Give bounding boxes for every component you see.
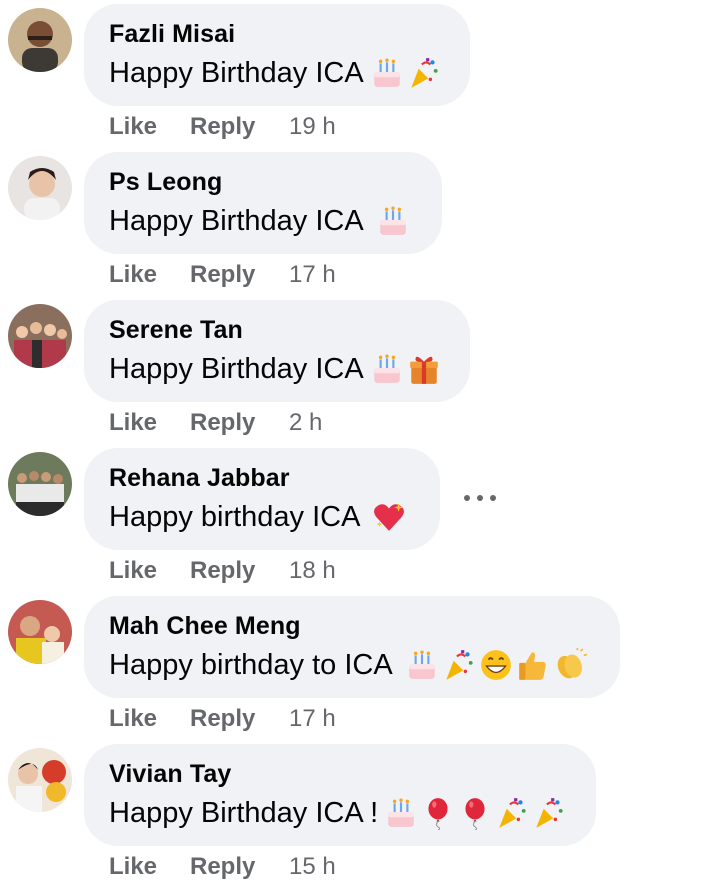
comment-bubble: Ps Leong Happy Birthday ICA <box>84 152 442 254</box>
comment-author[interactable]: Vivian Tay <box>109 760 231 789</box>
comment: Fazli Misai Happy Birthday ICA Like Repl… <box>0 2 702 150</box>
reply-button[interactable]: Reply <box>190 409 289 437</box>
comment-body: Happy Birthday ICA <box>109 56 441 90</box>
like-button[interactable]: Like <box>109 409 190 437</box>
party-popper-icon <box>495 796 529 830</box>
reply-button[interactable]: Reply <box>190 705 289 733</box>
avatar[interactable] <box>8 748 72 812</box>
comment-bubble: Rehana Jabbar Happy birthday ICA <box>84 448 440 550</box>
comment-author[interactable]: Fazli Misai <box>109 20 235 49</box>
grinning-face-icon <box>479 648 513 682</box>
reply-button[interactable]: Reply <box>190 113 289 141</box>
comment-text: Happy Birthday ICA <box>109 352 364 385</box>
comment-timestamp[interactable]: 17 h <box>289 261 336 289</box>
birthday-cake-icon <box>370 352 404 386</box>
comment-body: Happy Birthday ICA ! <box>109 796 566 830</box>
comment-text: Happy Birthday ICA ! <box>109 796 379 829</box>
like-button[interactable]: Like <box>109 705 190 733</box>
comment-author[interactable]: Ps Leong <box>109 168 222 197</box>
comment-bubble: Serene Tan Happy Birthday ICA <box>84 300 470 402</box>
comment-bubble: Fazli Misai Happy Birthday ICA <box>84 4 470 106</box>
comment-text: Happy Birthday ICA <box>109 56 364 89</box>
avatar[interactable] <box>8 8 72 72</box>
wrapped-gift-icon <box>407 352 441 386</box>
avatar[interactable] <box>8 452 72 516</box>
comment-author[interactable]: Mah Chee Meng <box>109 612 301 641</box>
avatar[interactable] <box>8 156 72 220</box>
comment-actions: Like Reply 17 h <box>109 702 336 736</box>
like-button[interactable]: Like <box>109 853 190 881</box>
comment-actions: Like Reply 19 h <box>109 110 336 144</box>
party-popper-icon <box>407 56 441 90</box>
comment-body: Happy Birthday ICA <box>109 204 410 238</box>
clapping-hands-icon <box>553 648 587 682</box>
reply-button[interactable]: Reply <box>190 261 289 289</box>
reply-button[interactable]: Reply <box>190 853 289 881</box>
comment-actions: Like Reply 18 h <box>109 554 336 588</box>
thumbs-up-icon <box>516 648 550 682</box>
reply-button[interactable]: Reply <box>190 557 289 585</box>
birthday-cake-icon <box>384 796 418 830</box>
comment-timestamp[interactable]: 19 h <box>289 113 336 141</box>
like-button[interactable]: Like <box>109 261 190 289</box>
comment: Serene Tan Happy Birthday ICA Like Reply… <box>0 298 702 446</box>
comment-text: Happy birthday to ICA <box>109 648 393 681</box>
avatar[interactable] <box>8 304 72 368</box>
comment-text: Happy Birthday ICA <box>109 204 364 237</box>
party-popper-icon <box>532 796 566 830</box>
sparkling-heart-icon <box>372 500 406 534</box>
comment-actions: Like Reply 17 h <box>109 258 336 292</box>
comment: Mah Chee Meng Happy birthday to ICA Like… <box>0 594 702 742</box>
birthday-cake-icon <box>405 648 439 682</box>
like-button[interactable]: Like <box>109 557 190 585</box>
comment-author[interactable]: Serene Tan <box>109 316 243 345</box>
comment-body: Happy birthday to ICA <box>109 648 587 682</box>
like-button[interactable]: Like <box>109 113 190 141</box>
comment: Rehana Jabbar Happy birthday ICA Like Re… <box>0 446 702 594</box>
comment-bubble: Mah Chee Meng Happy birthday to ICA <box>84 596 620 698</box>
birthday-cake-icon <box>376 204 410 238</box>
comment-author[interactable]: Rehana Jabbar <box>109 464 290 493</box>
comment-actions: Like Reply 15 h <box>109 850 336 884</box>
birthday-cake-icon <box>370 56 404 90</box>
comment-bubble: Vivian Tay Happy Birthday ICA ! <box>84 744 596 846</box>
comment-body: Happy Birthday ICA <box>109 352 441 386</box>
comment-timestamp[interactable]: 17 h <box>289 705 336 733</box>
comment-text: Happy birthday ICA <box>109 500 361 533</box>
comment: Ps Leong Happy Birthday ICA Like Reply 1… <box>0 150 702 298</box>
more-options-icon[interactable] <box>464 490 496 506</box>
comment-timestamp[interactable]: 2 h <box>289 409 322 437</box>
balloon-icon <box>421 796 455 830</box>
avatar[interactable] <box>8 600 72 664</box>
comment-body: Happy birthday ICA <box>109 500 406 534</box>
comment-timestamp[interactable]: 15 h <box>289 853 336 881</box>
party-popper-icon <box>442 648 476 682</box>
comment: Vivian Tay Happy Birthday ICA ! Like Rep… <box>0 742 702 890</box>
comment-actions: Like Reply 2 h <box>109 406 322 440</box>
balloon-icon <box>458 796 492 830</box>
comment-timestamp[interactable]: 18 h <box>289 557 336 585</box>
